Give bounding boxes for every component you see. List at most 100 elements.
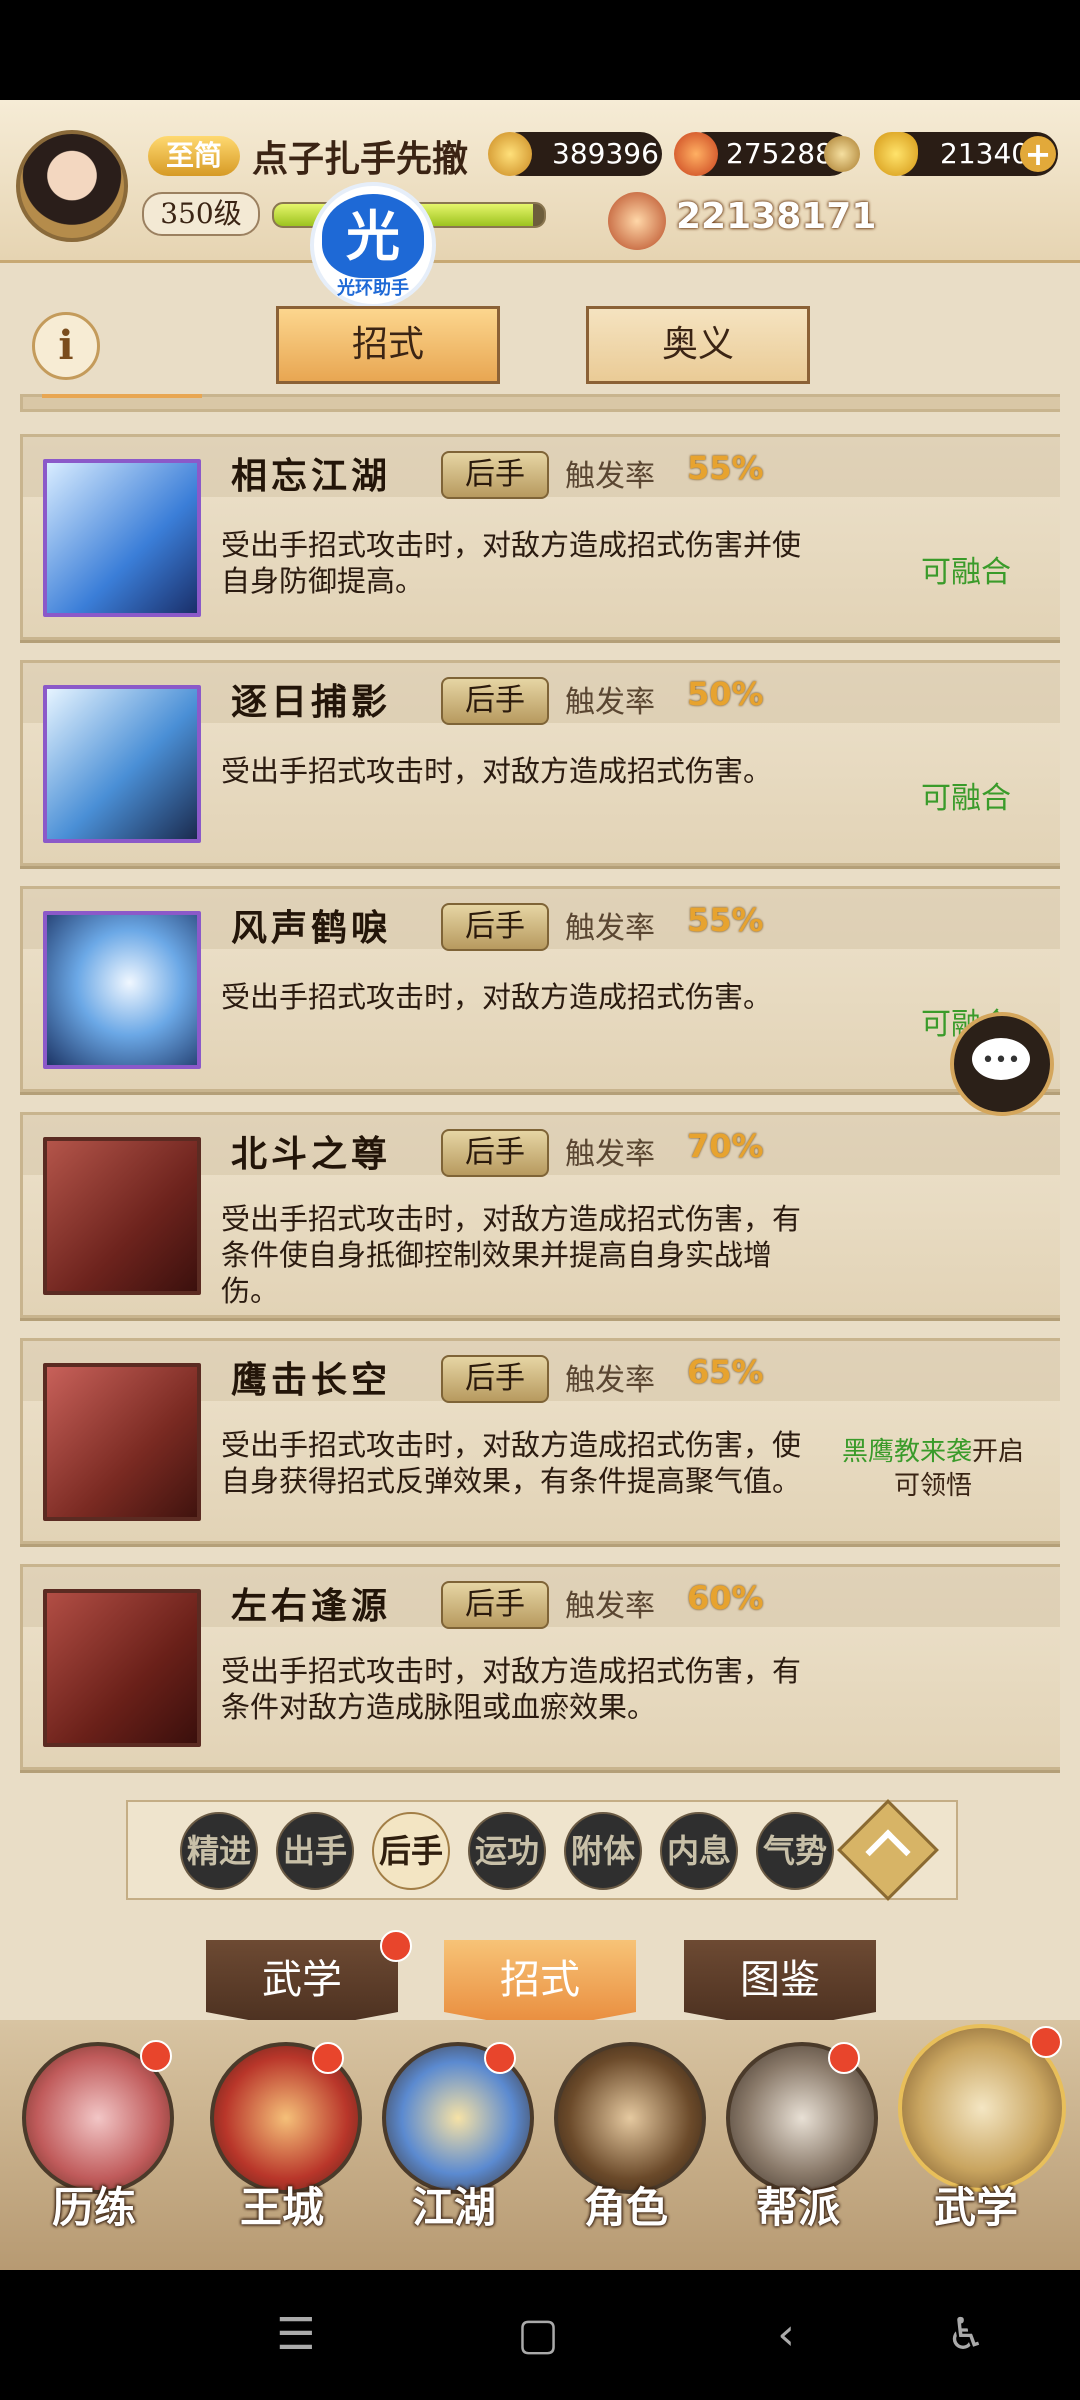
unlock-requirement[interactable]: 黑鹰教来袭开启 可领悟	[813, 1435, 1053, 1503]
combat-power-value: 22138171	[676, 196, 877, 237]
filter-houshou[interactable]: 后手	[372, 1812, 450, 1890]
helper-label: 光环助手	[337, 278, 409, 299]
scroll-indicator	[42, 394, 202, 398]
app-root: 至简 点子扎手先撤 389396 275288 21340 + 350级 221…	[0, 100, 1080, 2270]
fire-currency-value: 275288	[726, 137, 833, 170]
sword-skill-icon	[43, 459, 201, 617]
notification-dot	[312, 2042, 344, 2074]
skill-description: 受出手招式攻击时，对敌方造成招式伤害并使自身防御提高。	[221, 528, 802, 598]
trigger-rate-value: 50%	[687, 675, 764, 713]
filter-jingjin[interactable]: 精进	[180, 1812, 258, 1890]
skill-name: 左右逢源	[231, 1585, 392, 1627]
skill-list[interactable]: 相忘江湖 后手 触发率 55% 受出手招式攻击时，对敌方造成招式伤害并使自身防御…	[20, 394, 1060, 1869]
crane-skill-icon	[43, 911, 201, 1069]
skill-card[interactable]: 逐日捕影 后手 触发率 50% 受出手招式攻击时，对敌方造成招式伤害。 可融合	[20, 660, 1060, 866]
flame-icon	[674, 132, 718, 176]
player-avatar[interactable]	[16, 130, 128, 242]
coin-stack-icon	[824, 136, 860, 172]
skill-card[interactable]: 鹰击长空 后手 触发率 65% 受出手招式攻击时，对敌方造成招式伤害，使自身获得…	[20, 1338, 1060, 1544]
notification-dot	[1030, 2026, 1062, 2058]
combat-power-icon	[608, 192, 666, 250]
skill-type-badge: 后手	[441, 1581, 549, 1629]
skill-type-badge: 后手	[441, 677, 549, 725]
skill-card[interactable]: 相忘江湖 后手 触发率 55% 受出手招式攻击时，对敌方造成招式伤害并使自身防御…	[20, 434, 1060, 640]
unlock-requirement-line2: 可领悟	[893, 1471, 972, 1501]
section-tabs: 武学 招式 图鉴	[0, 1920, 1080, 2030]
nav-martial-arts[interactable]: 武学	[898, 2024, 1066, 2242]
event-name: 黑鹰教来袭	[841, 1437, 972, 1467]
nav-label: 武学	[933, 2183, 1018, 2232]
filter-chushou[interactable]: 出手	[276, 1812, 354, 1890]
tab-wuxue[interactable]: 武学	[206, 1940, 398, 2030]
nav-training[interactable]: 历练	[14, 2040, 174, 2242]
home-icon[interactable]: ▢	[498, 2270, 578, 2400]
tab-tujian[interactable]: 图鉴	[684, 1940, 876, 2030]
category-filter-bar: 精进 出手 后手 运功 附体 内息 气势	[126, 1799, 958, 1901]
gold-ingot-icon	[874, 132, 918, 176]
skill-name: 风声鹤唳	[231, 907, 392, 949]
info-button[interactable]: i	[32, 312, 100, 380]
skill-description: 受出手招式攻击时，对敌方造成招式伤害，有条件使自身抵御控制效果并提高自身实战增伤…	[221, 1202, 802, 1308]
top-header: 至简 点子扎手先撤 389396 275288 21340 + 350级 221…	[0, 100, 1080, 308]
nav-guild[interactable]: 帮派	[718, 2042, 878, 2242]
skill-card[interactable]: 左右逢源 后手 触发率 60% 受出手招式攻击时，对敌方造成招式伤害，有条件对敌…	[20, 1564, 1060, 1770]
eagle-skill-icon	[43, 1363, 201, 1521]
trigger-rate-label: 触发率	[565, 1363, 655, 1398]
nav-label: 江湖	[411, 2183, 496, 2232]
notification-dot	[140, 2040, 172, 2072]
trigger-rate-label: 触发率	[565, 685, 655, 720]
trigger-rate-value: 55%	[687, 901, 764, 939]
nav-character[interactable]: 角色	[546, 2042, 706, 2242]
helper-logo-icon: 光	[322, 194, 424, 278]
copper-coin-icon	[488, 132, 532, 176]
accessibility-icon[interactable]: ♿	[926, 2270, 1006, 2400]
gold-counter: 21340 +	[874, 132, 1058, 176]
main-nav: 历练 王城 江湖 角色 帮派 武学	[0, 2020, 1080, 2270]
tab-zhaoshi[interactable]: 招式	[444, 1940, 636, 2030]
shadow-strike-skill-icon	[43, 685, 201, 843]
chat-dots-icon: •••	[981, 1048, 1021, 1073]
menu-icon[interactable]: ☰	[256, 2270, 336, 2400]
nav-label: 帮派	[755, 2183, 840, 2232]
skill-description: 受出手招式攻击时，对敌方造成招式伤害，有条件对敌方造成脉阻或血瘀效果。	[221, 1654, 802, 1724]
skill-name: 逐日捕影	[231, 681, 392, 723]
fire-currency-counter: 275288	[674, 132, 860, 176]
nav-jianghu[interactable]: 江湖	[374, 2042, 534, 2242]
dipper-skill-icon	[43, 1137, 201, 1295]
skill-name: 北斗之尊	[231, 1133, 392, 1175]
nav-city[interactable]: 王城	[202, 2042, 362, 2242]
trigger-rate-label: 触发率	[565, 1589, 655, 1624]
trigger-rate-value: 60%	[687, 1579, 764, 1617]
trigger-rate-value: 65%	[687, 1353, 764, 1391]
gold-value: 21340	[940, 137, 1030, 170]
skill-description: 受出手招式攻击时，对敌方造成招式伤害。	[221, 980, 773, 1014]
tab-moves[interactable]: 招式	[276, 306, 500, 384]
character-icon	[554, 2042, 706, 2194]
notification-dot	[828, 2042, 860, 2074]
filter-futi[interactable]: 附体	[564, 1812, 642, 1890]
skill-type-badge: 后手	[441, 1129, 549, 1177]
fusable-status[interactable]: 可融合	[921, 547, 1011, 591]
filter-qishi[interactable]: 气势	[756, 1812, 834, 1890]
trigger-rate-value: 70%	[687, 1127, 764, 1165]
unlock-requirement-line1: 黑鹰教来袭开启	[813, 1435, 1053, 1469]
filter-yungong[interactable]: 运功	[468, 1812, 546, 1890]
nav-label: 王城	[239, 2183, 324, 2232]
back-icon[interactable]: ‹	[746, 2270, 826, 2400]
skill-type-badge: 后手	[441, 451, 549, 499]
chat-button[interactable]: •••	[950, 1012, 1054, 1116]
add-gold-button[interactable]: +	[1020, 136, 1056, 172]
vip-badge: 至简	[148, 136, 240, 176]
tab-ultimate[interactable]: 奥义	[586, 306, 810, 384]
trigger-rate-label: 触发率	[565, 1137, 655, 1172]
filter-neixi[interactable]: 内息	[660, 1812, 738, 1890]
fusable-status[interactable]: 可融合	[921, 773, 1011, 817]
skill-card[interactable]: 风声鹤唳 后手 触发率 55% 受出手招式攻击时，对敌方造成招式伤害。 可融合	[20, 886, 1060, 1092]
skill-card[interactable]: 北斗之尊 后手 触发率 70% 受出手招式攻击时，对敌方造成招式伤害，有条件使自…	[20, 1112, 1060, 1318]
helper-overlay-button[interactable]: 光 光环助手	[310, 182, 436, 308]
copper-counter: 389396	[488, 132, 662, 176]
twin-source-skill-icon	[43, 1589, 201, 1747]
trigger-rate-label: 触发率	[565, 911, 655, 946]
notification-dot	[484, 2042, 516, 2074]
player-name: 点子扎手先撤	[252, 138, 469, 180]
